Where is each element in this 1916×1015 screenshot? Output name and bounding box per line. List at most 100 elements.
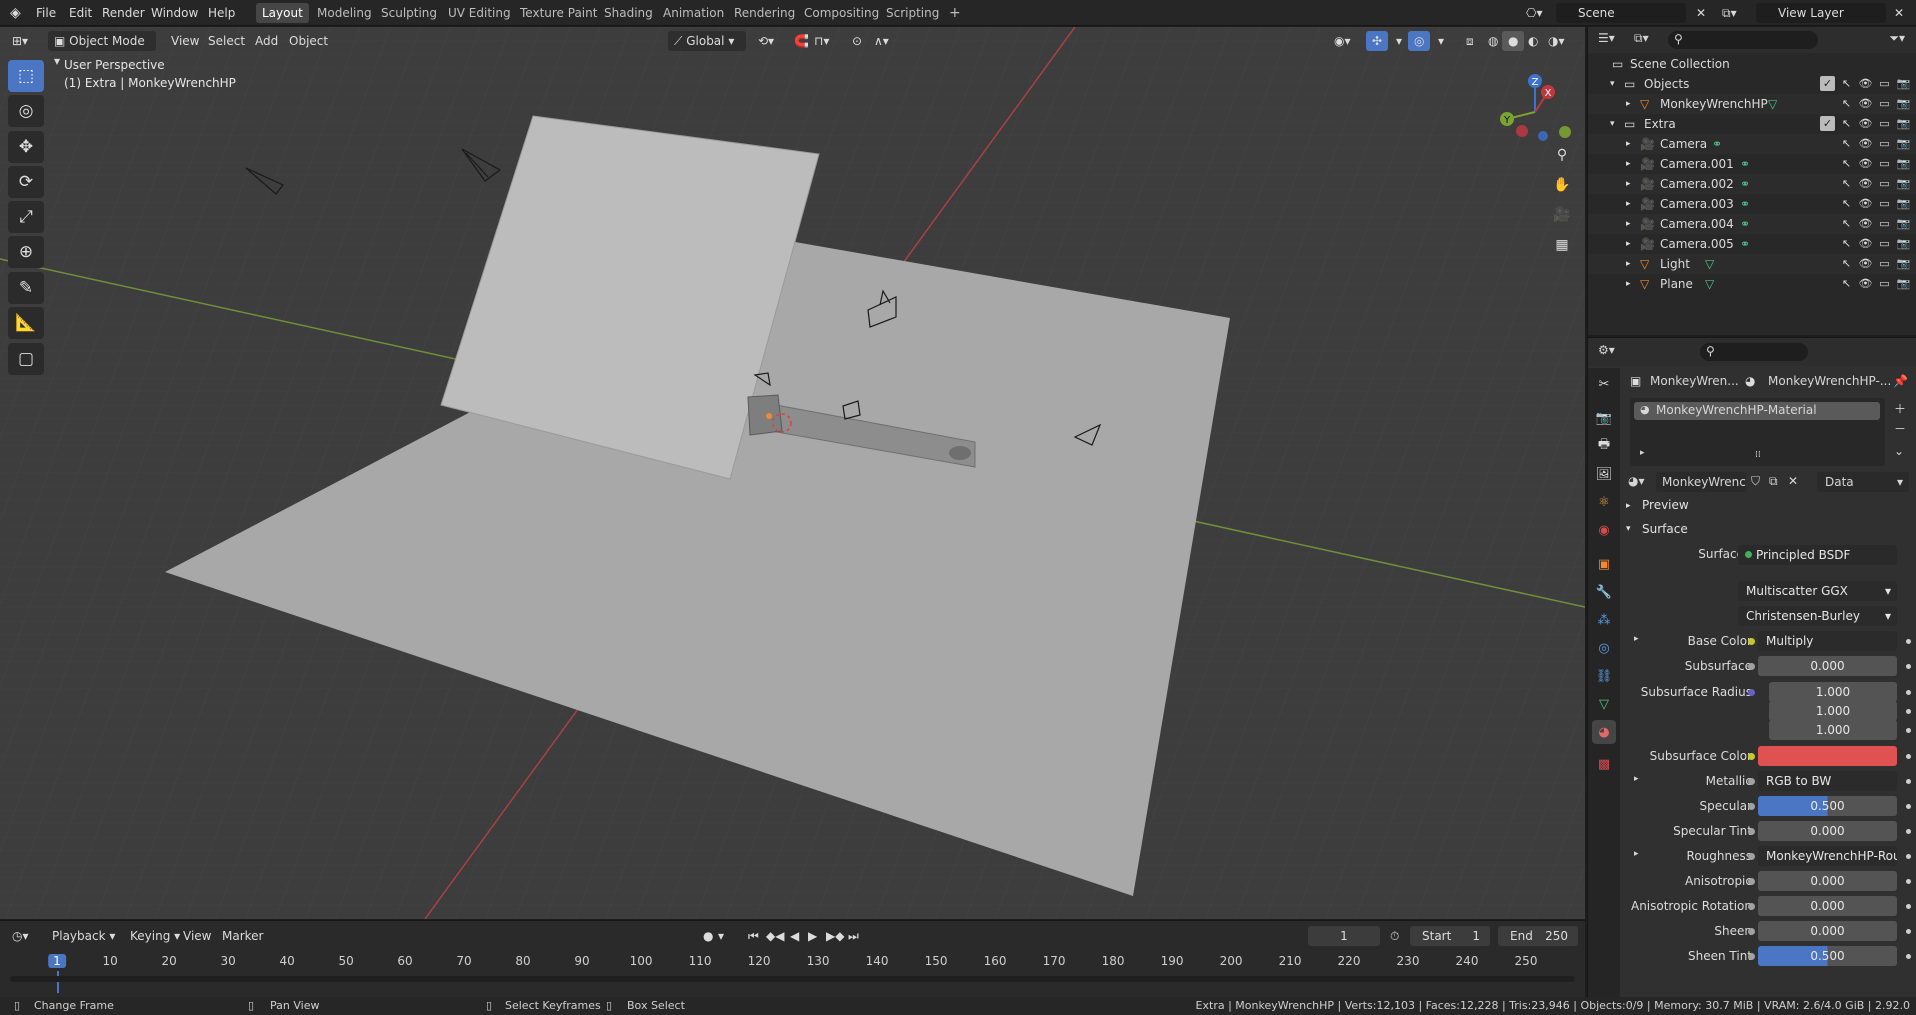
keyframe-dot-icon[interactable] [1906,804,1911,809]
physics-tab-icon[interactable]: ◎ [1592,636,1616,660]
subsurface-color-field[interactable] [1758,746,1897,766]
object-data-icon[interactable]: ⚭ [1740,154,1750,174]
tool-tab-icon[interactable]: ✂ [1592,372,1616,396]
preview-range-icon[interactable]: ⏱ [1390,927,1399,945]
view-layer-tab-icon[interactable]: 🖼 [1592,462,1616,486]
selectable-toggle-icon[interactable]: ↖ [1839,136,1854,151]
menu-object[interactable]: Object [283,31,334,51]
socket-icon[interactable] [1748,689,1755,696]
cursor-tool-icon[interactable]: ◎ [8,95,44,127]
scene-selector[interactable]: Scene [1556,3,1686,23]
tab-shading[interactable]: Shading [598,3,659,23]
subsurface-radius-field[interactable]: 1.000 [1769,682,1897,702]
remove-slot-button[interactable]: － [1894,420,1906,437]
input-expand-icon[interactable]: ▸ [1634,774,1639,784]
socket-icon[interactable] [1748,663,1755,670]
tab-scripting[interactable]: Scripting [880,3,945,23]
object-data-icon[interactable]: ⚭ [1712,134,1722,154]
disclosure-triangle-icon[interactable]: ▸ [1626,234,1631,254]
menu-marker[interactable]: Marker [222,927,263,945]
render-camera-icon[interactable]: 📷 [1896,156,1911,171]
menu-view[interactable]: View [165,31,205,51]
visibility-eye-icon[interactable]: 👁 [1858,156,1873,171]
jump-end-icon[interactable]: ⏭ [848,927,859,945]
input-expand-icon[interactable]: ▸ [1634,634,1639,644]
render-camera-icon[interactable]: 📷 [1896,196,1911,211]
xray-toggle-icon[interactable]: ⧈ [1460,31,1480,51]
viewport-disable-icon[interactable]: ▭ [1877,196,1892,211]
overlay-dropdown-icon[interactable]: ▾ [1432,31,1450,51]
fake-user-icon[interactable]: ⛉ [1751,474,1760,489]
visibility-eye-icon[interactable]: 👁 [1858,76,1873,91]
measure-tool-icon[interactable]: 📐 [8,307,44,339]
proportional-edit-icon[interactable]: ⊙ [846,31,868,51]
render-tab-icon[interactable]: 📷 [1592,406,1616,430]
start-frame-field[interactable]: Start 1 [1410,926,1490,946]
visibility-eye-icon[interactable]: 👁 [1858,276,1873,291]
view-layer-type-icon[interactable]: ⧉▾ [1722,4,1737,22]
surface-shader-field[interactable]: Principled BSDF [1738,545,1897,565]
gizmo-neg-x-icon[interactable] [1516,125,1528,137]
gizmo-toggle-icon[interactable]: ✣ [1366,31,1389,51]
outliner-row-objects[interactable]: ▾ ▭ Objects ✓ ↖ 👁 ▭ 📷 [1588,74,1916,94]
annotate-tool-icon[interactable]: ✎ [8,272,44,304]
constraints-tab-icon[interactable]: ⛓ [1592,664,1616,688]
object-data-icon[interactable]: ⚭ [1740,234,1750,254]
rotate-tool-icon[interactable]: ⟳ [8,166,44,198]
3d-viewport[interactable]: ⊞▾ ▣ Object Mode ▾ View Select Add Objec… [0,27,1585,919]
tab-compositing[interactable]: Compositing [798,3,885,23]
outliner-row-camera-003[interactable]: ▸ 🎥 Camera.003 ⚭ ↖ 👁 ▭ 📷 [1588,194,1916,214]
visibility-eye-icon[interactable]: 👁 [1858,116,1873,131]
outliner-row-camera-005[interactable]: ▸ 🎥 Camera.005 ⚭ ↖ 👁 ▭ 📷 [1588,234,1916,254]
overlay-toggle-icon[interactable]: ◎ [1408,31,1431,51]
menu-select[interactable]: Select [202,31,251,51]
auto-keying-icon[interactable]: ● [703,927,713,945]
gizmo-neg-z-icon[interactable] [1538,131,1548,141]
keying-options-icon[interactable]: ▾ [718,927,724,945]
selectable-toggle-icon[interactable]: ↖ [1839,76,1854,91]
selectable-toggle-icon[interactable]: ↖ [1839,176,1854,191]
disclosure-triangle-icon[interactable]: ▸ [1626,134,1631,154]
menu-render[interactable]: Render [102,4,145,22]
keyframe-dot-icon[interactable] [1906,728,1911,733]
view-layer-selector[interactable]: View Layer [1756,3,1886,23]
selectable-toggle-icon[interactable]: ↖ [1839,196,1854,211]
viewport-disable-icon[interactable]: ▭ [1877,76,1892,91]
view-layer-delete-icon[interactable]: ✕ [1894,4,1904,22]
subsurface-radius-component-field[interactable]: 1.000 [1769,701,1897,721]
outliner-row-camera[interactable]: ▸ 🎥 Camera ⚭ ↖ 👁 ▭ 📷 [1588,134,1916,154]
menu-help[interactable]: Help [208,4,235,22]
properties-editor-type-icon[interactable]: ⚙▾ [1598,343,1615,357]
visibility-eye-icon[interactable]: 👁 [1858,136,1873,151]
visibility-eye-icon[interactable]: 👁 [1858,176,1873,191]
properties-search-input[interactable]: ⚲ [1700,343,1808,361]
subsurface-radius-component-field[interactable]: 1.000 [1769,720,1897,740]
jump-start-icon[interactable]: ⏮ [748,927,759,945]
current-frame-field[interactable]: 1 [1308,926,1380,946]
timeline-editor-type-icon[interactable]: ◷▾ [12,927,29,945]
render-camera-icon[interactable]: 📷 [1896,256,1911,271]
object-data-icon[interactable]: ▽ [1705,274,1714,294]
visibility-eye-icon[interactable]: 👁 [1858,96,1873,111]
transform-orientation-selector[interactable]: ⟋ Global ▾ [668,31,746,51]
outliner-row-monkeywrenchhp[interactable]: ▸ ▽ MonkeyWrenchHP ▽ ↖ 👁 ▭ 📷 [1588,94,1916,114]
outliner-row-plane[interactable]: ▸ ▽ Plane ▽ ↖ 👁 ▭ 📷 [1588,274,1916,294]
render-camera-icon[interactable]: 📷 [1896,216,1911,231]
render-camera-icon[interactable]: 📷 [1896,276,1911,291]
object-data-icon[interactable]: ⚭ [1740,194,1750,214]
blender-logo-icon[interactable]: ◈ [10,4,21,22]
modifier-tab-icon[interactable]: 🔧 [1592,580,1616,604]
keyframe-dot-icon[interactable] [1906,709,1911,714]
gizmo-neg-y-icon[interactable] [1559,126,1571,138]
disclosure-triangle-icon[interactable]: ▸ [1626,154,1631,174]
keyframe-dot-icon[interactable] [1906,779,1911,784]
orthographic-toggle-icon[interactable]: ▦ [1549,232,1575,258]
socket-icon[interactable] [1748,638,1755,645]
outliner-search-input[interactable]: ⚲ [1668,31,1818,49]
menu-keying[interactable]: Keying ▾ [130,927,180,945]
preview-expand-icon[interactable]: ▸ [1626,501,1631,511]
visibility-eye-icon[interactable]: 👁 [1858,236,1873,251]
subsurface-field[interactable]: 0.000 [1758,656,1897,676]
keyframe-dot-icon[interactable] [1906,829,1911,834]
material-slot-row[interactable]: ◕ MonkeyWrenchHP-Material [1634,402,1880,420]
